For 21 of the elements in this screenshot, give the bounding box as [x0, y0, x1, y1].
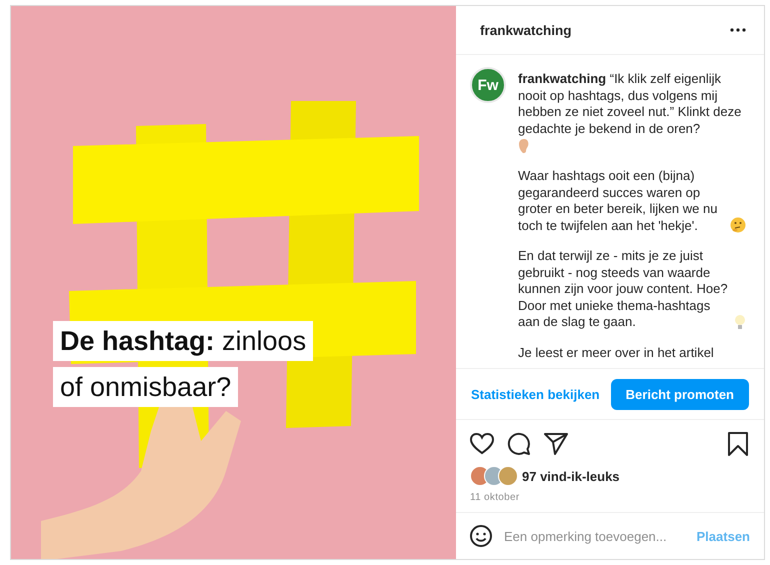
caption-text: En dat terwijl ze - mits je ze juist gebruikt - nog steeds van waarde kunnen zijn voor jouw content. Hoe? Door met unieke thema-hashtags aan de slag te gaan. [518, 248, 729, 330]
profile-avatar[interactable]: Fw [470, 67, 506, 103]
comment-icon[interactable] [507, 432, 531, 456]
caption-text: Waar hashtags ooit een (bijna) gegarandeerd succes waren op groter en beter bereik, lijken we nu toch te twijfelen aan het 'hekje'. [518, 168, 718, 234]
emoji-icon[interactable] [470, 525, 492, 547]
caption-text: frankwatching “Ik klik zelf eigenlijk nooit op hashtags, dus volgens mij hebben ze niet zoveel nut.” Klinkt deze gedachte je bekend in de oren? [518, 71, 742, 137]
promote-button[interactable]: Bericht promoten [610, 378, 749, 410]
like-count[interactable]: 97 vind-ik-leuks [522, 468, 620, 484]
bookmark-icon[interactable] [728, 432, 748, 456]
username[interactable]: frankwatching [480, 22, 572, 38]
thinking-face-icon [730, 217, 746, 233]
post-date: 11 oktober [469, 491, 521, 503]
send-icon[interactable] [544, 433, 568, 455]
caption-text: Je leest er meer over in het artikel [518, 344, 714, 361]
ear-icon [518, 138, 530, 154]
lightbulb-icon [734, 314, 746, 330]
headline-text: De hashtag: zinloos [53, 321, 314, 361]
headline-text: of onmisbaar? [53, 367, 238, 407]
view-insights-link[interactable]: Statistieken bekijken [471, 386, 600, 402]
more-options-icon[interactable] [730, 28, 746, 32]
like-icon[interactable] [470, 433, 494, 455]
